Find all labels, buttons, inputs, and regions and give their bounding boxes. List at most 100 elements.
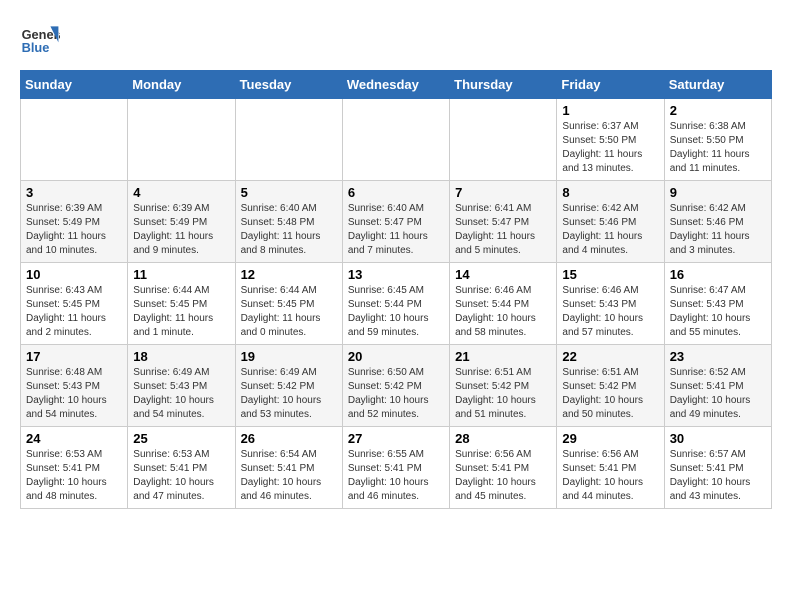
calendar-day-cell bbox=[21, 99, 128, 181]
day-info: Sunrise: 6:39 AM Sunset: 5:49 PM Dayligh… bbox=[133, 202, 229, 258]
day-number: 26 bbox=[241, 431, 337, 446]
weekday-header: Tuesday bbox=[235, 71, 342, 99]
day-number: 12 bbox=[241, 267, 337, 282]
calendar-day-cell: 13 Sunrise: 6:45 AM Sunset: 5:44 PM Dayli… bbox=[342, 263, 449, 345]
day-number: 14 bbox=[455, 267, 551, 282]
day-number: 15 bbox=[562, 267, 658, 282]
svg-text:Blue: Blue bbox=[22, 40, 50, 55]
weekday-header: Thursday bbox=[450, 71, 557, 99]
weekday-header: Sunday bbox=[21, 71, 128, 99]
day-info: Sunrise: 6:55 AM Sunset: 5:41 PM Dayligh… bbox=[348, 448, 444, 504]
calendar-day-cell: 17 Sunrise: 6:48 AM Sunset: 5:43 PM Dayli… bbox=[21, 345, 128, 427]
calendar-day-cell: 6Sunrise: 6:40 AM Sunset: 5:47 PM Daylig… bbox=[342, 181, 449, 263]
calendar-day-cell: 18Sunrise: 6:49 AM Sunset: 5:43 PM Dayli… bbox=[128, 345, 235, 427]
calendar-day-cell: 21 Sunrise: 6:51 AM Sunset: 5:42 PM Dayli… bbox=[450, 345, 557, 427]
day-info: Sunrise: 6:37 AM Sunset: 5:50 PM Dayligh… bbox=[562, 120, 658, 176]
calendar-day-cell: 16Sunrise: 6:47 AM Sunset: 5:43 PM Dayli… bbox=[664, 263, 771, 345]
day-number: 2 bbox=[670, 103, 766, 118]
day-number: 19 bbox=[241, 349, 337, 364]
calendar-day-cell: 28Sunrise: 6:56 AM Sunset: 5:41 PM Dayli… bbox=[450, 427, 557, 509]
day-number: 20 bbox=[348, 349, 444, 364]
calendar-day-cell: 10 Sunrise: 6:43 AM Sunset: 5:45 PM Dayli… bbox=[21, 263, 128, 345]
calendar-day-cell: 23 Sunrise: 6:52 AM Sunset: 5:41 PM Dayli… bbox=[664, 345, 771, 427]
day-info: Sunrise: 6:48 AM Sunset: 5:43 PM Dayligh… bbox=[26, 366, 122, 422]
day-info: Sunrise: 6:45 AM Sunset: 5:44 PM Dayligh… bbox=[348, 284, 444, 340]
calendar-day-cell: 15 Sunrise: 6:46 AM Sunset: 5:43 PM Dayli… bbox=[557, 263, 664, 345]
day-info: Sunrise: 6:47 AM Sunset: 5:43 PM Dayligh… bbox=[670, 284, 766, 340]
header-row: SundayMondayTuesdayWednesdayThursdayFrid… bbox=[21, 71, 772, 99]
calendar-day-cell bbox=[128, 99, 235, 181]
weekday-header: Friday bbox=[557, 71, 664, 99]
calendar-day-cell: 19 Sunrise: 6:49 AM Sunset: 5:42 PM Dayli… bbox=[235, 345, 342, 427]
day-number: 11 bbox=[133, 267, 229, 282]
day-info: Sunrise: 6:39 AM Sunset: 5:49 PM Dayligh… bbox=[26, 202, 122, 258]
calendar-table: SundayMondayTuesdayWednesdayThursdayFrid… bbox=[20, 70, 772, 509]
day-info: Sunrise: 6:40 AM Sunset: 5:48 PM Dayligh… bbox=[241, 202, 337, 258]
day-info: Sunrise: 6:40 AM Sunset: 5:47 PM Dayligh… bbox=[348, 202, 444, 258]
calendar-day-cell: 14 Sunrise: 6:46 AM Sunset: 5:44 PM Dayli… bbox=[450, 263, 557, 345]
day-info: Sunrise: 6:50 AM Sunset: 5:42 PM Dayligh… bbox=[348, 366, 444, 422]
calendar-day-cell: 4 Sunrise: 6:39 AM Sunset: 5:49 PM Daylig… bbox=[128, 181, 235, 263]
day-number: 3 bbox=[26, 185, 122, 200]
weekday-header: Monday bbox=[128, 71, 235, 99]
day-number: 8 bbox=[562, 185, 658, 200]
calendar-day-cell bbox=[235, 99, 342, 181]
day-number: 5 bbox=[241, 185, 337, 200]
calendar-day-cell: 2 Sunrise: 6:38 AM Sunset: 5:50 PM Daylig… bbox=[664, 99, 771, 181]
page-header: General Blue bbox=[20, 20, 772, 60]
day-number: 9 bbox=[670, 185, 766, 200]
day-info: Sunrise: 6:41 AM Sunset: 5:47 PM Dayligh… bbox=[455, 202, 551, 258]
calendar-day-cell: 9 Sunrise: 6:42 AM Sunset: 5:46 PM Daylig… bbox=[664, 181, 771, 263]
day-number: 13 bbox=[348, 267, 444, 282]
day-number: 29 bbox=[562, 431, 658, 446]
day-info: Sunrise: 6:38 AM Sunset: 5:50 PM Dayligh… bbox=[670, 120, 766, 176]
calendar-day-cell: 20 Sunrise: 6:50 AM Sunset: 5:42 PM Dayli… bbox=[342, 345, 449, 427]
calendar-day-cell: 12Sunrise: 6:44 AM Sunset: 5:45 PM Dayli… bbox=[235, 263, 342, 345]
day-info: Sunrise: 6:56 AM Sunset: 5:41 PM Dayligh… bbox=[455, 448, 551, 504]
calendar-week-row: 17 Sunrise: 6:48 AM Sunset: 5:43 PM Dayli… bbox=[21, 345, 772, 427]
day-number: 4 bbox=[133, 185, 229, 200]
day-info: Sunrise: 6:53 AM Sunset: 5:41 PM Dayligh… bbox=[26, 448, 122, 504]
day-number: 10 bbox=[26, 267, 122, 282]
calendar-week-row: 24 Sunrise: 6:53 AM Sunset: 5:41 PM Dayli… bbox=[21, 427, 772, 509]
day-info: Sunrise: 6:42 AM Sunset: 5:46 PM Dayligh… bbox=[670, 202, 766, 258]
calendar-day-cell: 8 Sunrise: 6:42 AM Sunset: 5:46 PM Daylig… bbox=[557, 181, 664, 263]
calendar-day-cell: 30 Sunrise: 6:57 AM Sunset: 5:41 PM Dayli… bbox=[664, 427, 771, 509]
day-info: Sunrise: 6:51 AM Sunset: 5:42 PM Dayligh… bbox=[455, 366, 551, 422]
day-info: Sunrise: 6:56 AM Sunset: 5:41 PM Dayligh… bbox=[562, 448, 658, 504]
calendar-day-cell: 1 Sunrise: 6:37 AM Sunset: 5:50 PM Daylig… bbox=[557, 99, 664, 181]
day-info: Sunrise: 6:49 AM Sunset: 5:42 PM Dayligh… bbox=[241, 366, 337, 422]
day-info: Sunrise: 6:52 AM Sunset: 5:41 PM Dayligh… bbox=[670, 366, 766, 422]
day-info: Sunrise: 6:53 AM Sunset: 5:41 PM Dayligh… bbox=[133, 448, 229, 504]
weekday-header: Wednesday bbox=[342, 71, 449, 99]
day-info: Sunrise: 6:51 AM Sunset: 5:42 PM Dayligh… bbox=[562, 366, 658, 422]
day-info: Sunrise: 6:46 AM Sunset: 5:43 PM Dayligh… bbox=[562, 284, 658, 340]
day-number: 17 bbox=[26, 349, 122, 364]
day-number: 23 bbox=[670, 349, 766, 364]
day-info: Sunrise: 6:54 AM Sunset: 5:41 PM Dayligh… bbox=[241, 448, 337, 504]
day-number: 1 bbox=[562, 103, 658, 118]
calendar-week-row: 1 Sunrise: 6:37 AM Sunset: 5:50 PM Daylig… bbox=[21, 99, 772, 181]
day-number: 21 bbox=[455, 349, 551, 364]
calendar-week-row: 3 Sunrise: 6:39 AM Sunset: 5:49 PM Daylig… bbox=[21, 181, 772, 263]
calendar-day-cell: 26 Sunrise: 6:54 AM Sunset: 5:41 PM Dayli… bbox=[235, 427, 342, 509]
day-number: 7 bbox=[455, 185, 551, 200]
day-number: 27 bbox=[348, 431, 444, 446]
day-number: 30 bbox=[670, 431, 766, 446]
calendar-day-cell: 5 Sunrise: 6:40 AM Sunset: 5:48 PM Daylig… bbox=[235, 181, 342, 263]
logo: General Blue bbox=[20, 20, 64, 60]
day-number: 24 bbox=[26, 431, 122, 446]
day-info: Sunrise: 6:57 AM Sunset: 5:41 PM Dayligh… bbox=[670, 448, 766, 504]
calendar-day-cell: 24 Sunrise: 6:53 AM Sunset: 5:41 PM Dayli… bbox=[21, 427, 128, 509]
calendar-day-cell: 29 Sunrise: 6:56 AM Sunset: 5:41 PM Dayli… bbox=[557, 427, 664, 509]
day-info: Sunrise: 6:43 AM Sunset: 5:45 PM Dayligh… bbox=[26, 284, 122, 340]
calendar-day-cell: 22Sunrise: 6:51 AM Sunset: 5:42 PM Dayli… bbox=[557, 345, 664, 427]
calendar-day-cell bbox=[450, 99, 557, 181]
day-number: 18 bbox=[133, 349, 229, 364]
day-info: Sunrise: 6:44 AM Sunset: 5:45 PM Dayligh… bbox=[133, 284, 229, 340]
day-info: Sunrise: 6:46 AM Sunset: 5:44 PM Dayligh… bbox=[455, 284, 551, 340]
day-info: Sunrise: 6:42 AM Sunset: 5:46 PM Dayligh… bbox=[562, 202, 658, 258]
calendar-day-cell bbox=[342, 99, 449, 181]
calendar-day-cell: 3 Sunrise: 6:39 AM Sunset: 5:49 PM Daylig… bbox=[21, 181, 128, 263]
weekday-header: Saturday bbox=[664, 71, 771, 99]
